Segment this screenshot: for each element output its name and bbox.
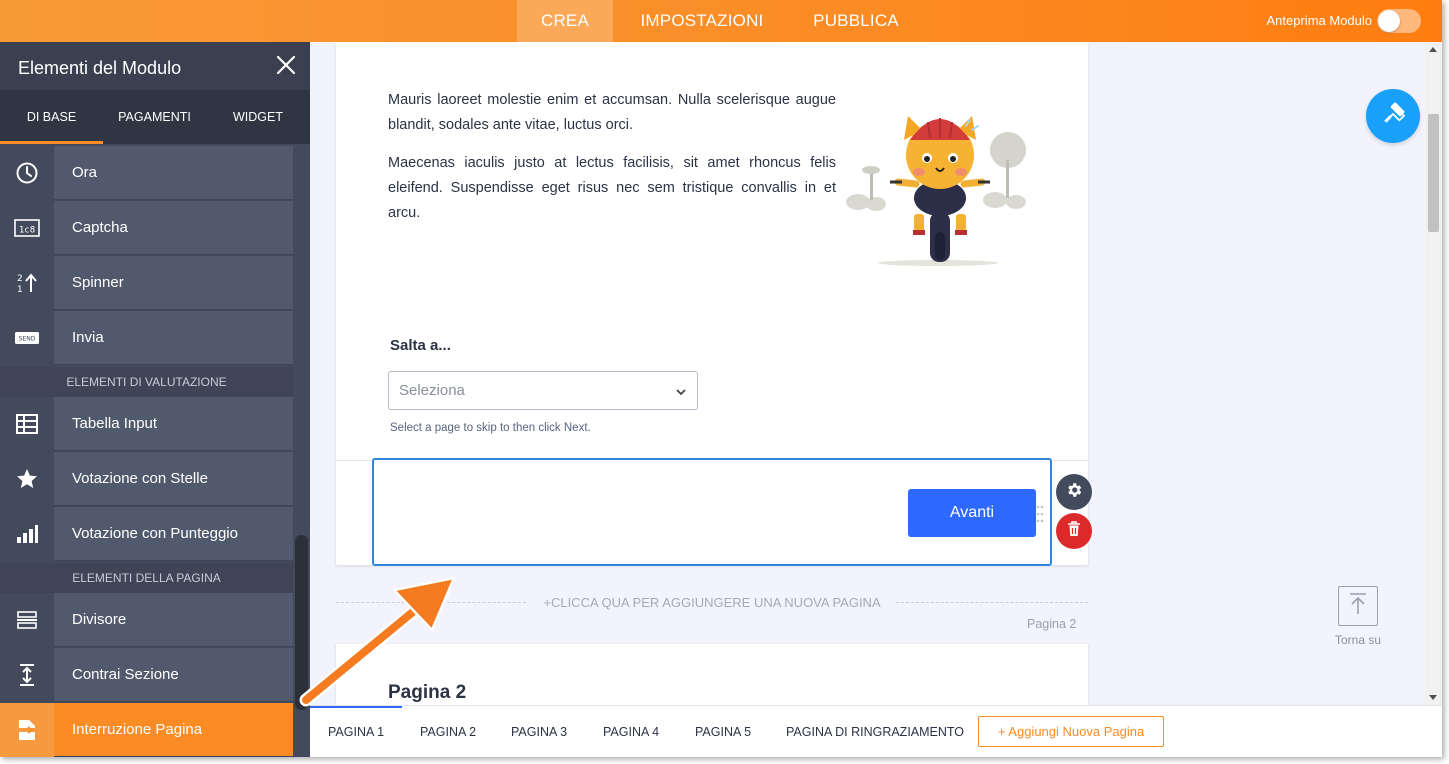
tab-di-base[interactable]: DI BASE xyxy=(0,90,103,144)
spinner-icon: 21 xyxy=(0,256,54,310)
page-tab-3[interactable]: PAGINA 3 xyxy=(511,706,567,757)
tab-pubblica[interactable]: PUBBLICA xyxy=(804,0,908,42)
preview-form-toggle[interactable] xyxy=(1377,9,1421,33)
sidebar-header: Elementi del Modulo xyxy=(0,42,310,90)
clock-icon xyxy=(0,146,54,200)
scrollbar-thumb[interactable] xyxy=(1428,114,1439,232)
sidebar-item-votazione-stelle[interactable]: Votazione con Stelle xyxy=(0,452,293,506)
captcha-icon: 1c8 xyxy=(0,201,54,255)
drag-handle-icon[interactable] xyxy=(1036,504,1044,524)
sidebar-item-label: Interruzione Pagina xyxy=(72,721,203,738)
skip-to-select[interactable]: Seleziona xyxy=(388,371,698,410)
paint-roller-icon xyxy=(1380,101,1406,132)
sidebar-item-label: Invia xyxy=(72,329,104,346)
sidebar-item-invia[interactable]: SEND Invia xyxy=(0,311,293,365)
sidebar-item-interruzione-pagina[interactable]: Interruzione Pagina xyxy=(0,703,293,757)
sidebar-element-list: Ora 1c8 Captcha 21 Spinner SEND Invia EL… xyxy=(0,144,293,757)
svg-text:1c8: 1c8 xyxy=(19,226,35,236)
send-icon: SEND xyxy=(0,311,54,365)
cat-cyclist-illustration xyxy=(840,100,1036,270)
preview-form-label: Anteprima Modulo xyxy=(1266,13,1373,28)
sidebar-item-votazione-punteggio[interactable]: Votazione con Punteggio xyxy=(0,507,293,561)
top-navigation-bar: CREA IMPOSTAZIONI PUBBLICA Anteprima Mod… xyxy=(0,0,1442,42)
sidebar-item-spinner[interactable]: 21 Spinner xyxy=(0,256,293,310)
page-tab-thank-you[interactable]: PAGINA DI RINGRAZIAMENTO xyxy=(786,706,964,757)
page-navigation-block[interactable]: Avanti xyxy=(372,458,1052,566)
add-new-page-button[interactable]: + Aggiungi Nuova Pagina xyxy=(978,716,1164,747)
skip-to-label: Salta a... xyxy=(390,337,451,354)
next-button[interactable]: Avanti xyxy=(908,489,1036,537)
back-to-top-label: Torna su xyxy=(1334,633,1382,647)
svg-text:2: 2 xyxy=(17,274,23,284)
sidebar-item-contrai-sezione[interactable]: Contrai Sezione xyxy=(0,648,293,702)
form-canvas: Mauris laoreet molestie enim et accumsan… xyxy=(310,42,1425,705)
page-tab-5[interactable]: PAGINA 5 xyxy=(695,706,751,757)
arrow-up-icon xyxy=(1347,592,1369,621)
table-icon xyxy=(0,397,54,451)
paragraph-text: Mauris laoreet molestie enim et accumsan… xyxy=(388,92,836,133)
chevron-down-icon xyxy=(675,385,687,397)
sidebar-tabs: DI BASE PAGAMENTI WIDGET xyxy=(0,90,310,144)
sidebar-item-label: Divisore xyxy=(72,611,127,628)
sidebar-item-tabella-input[interactable]: Tabella Input xyxy=(0,397,293,451)
scroll-up-arrow-icon[interactable] xyxy=(1429,47,1437,52)
close-icon[interactable] xyxy=(275,54,297,76)
form-builder-app: CREA IMPOSTAZIONI PUBBLICA Anteprima Mod… xyxy=(0,0,1442,757)
svg-text:1: 1 xyxy=(17,285,23,295)
page-tab-2[interactable]: PAGINA 2 xyxy=(420,706,476,757)
page-tab-4[interactable]: PAGINA 4 xyxy=(603,706,659,757)
form-designer-button[interactable] xyxy=(1366,89,1420,143)
star-icon xyxy=(0,452,54,506)
sidebar-item-label: Votazione con Stelle xyxy=(72,470,208,487)
svg-text:SEND: SEND xyxy=(19,336,36,343)
tab-pagamenti[interactable]: PAGAMENTI xyxy=(103,90,206,144)
section-header-page: ELEMENTI DELLA PAGINA xyxy=(0,563,293,593)
section-header-rating: ELEMENTI DI VALUTAZIONE xyxy=(0,367,293,397)
gear-icon xyxy=(1065,481,1083,504)
collapse-icon xyxy=(0,648,54,702)
tab-impostazioni[interactable]: IMPOSTAZIONI xyxy=(628,0,776,42)
annotation-arrow xyxy=(296,568,466,710)
sidebar-item-captcha[interactable]: 1c8 Captcha xyxy=(0,201,293,255)
select-value: Seleziona xyxy=(399,382,465,399)
page-number-tag: Pagina 2 xyxy=(1027,617,1077,631)
skip-to-help-text: Select a page to skip to then click Next… xyxy=(390,422,591,434)
divider-icon xyxy=(0,593,54,647)
sidebar-item-divisore[interactable]: Divisore xyxy=(0,593,293,647)
sidebar-item-label: Ora xyxy=(72,164,98,181)
toggle-knob xyxy=(1378,10,1400,32)
page-scrollbar[interactable] xyxy=(1425,42,1442,705)
trash-icon xyxy=(1067,520,1081,542)
form-elements-sidebar: Elementi del Modulo DI BASE PAGAMENTI WI… xyxy=(0,42,310,757)
delete-button[interactable] xyxy=(1056,513,1092,549)
sidebar-item-label: Captcha xyxy=(72,219,128,236)
page-break-icon xyxy=(0,703,54,757)
tab-crea[interactable]: CREA xyxy=(517,0,613,42)
sidebar-item-ora[interactable]: Ora xyxy=(0,146,293,200)
tab-widget[interactable]: WIDGET xyxy=(206,90,310,144)
scroll-down-arrow-icon[interactable] xyxy=(1429,695,1437,700)
sidebar-item-label: Votazione con Punteggio xyxy=(72,525,238,542)
sidebar-title: Elementi del Modulo xyxy=(18,58,182,78)
back-to-top-button[interactable] xyxy=(1338,586,1378,626)
paragraph-text: Maecenas iaculis justo at lectus facilis… xyxy=(388,155,836,221)
bar-chart-icon xyxy=(0,507,54,561)
page-tab-1[interactable]: PAGINA 1 xyxy=(328,706,384,757)
sidebar-item-label: Tabella Input xyxy=(72,415,158,432)
sidebar-item-label: Spinner xyxy=(72,274,124,291)
page-tabs-bar: PAGINA 1 PAGINA 2 PAGINA 3 PAGINA 4 PAGI… xyxy=(310,705,1442,757)
dashed-line xyxy=(896,602,1088,603)
sidebar-item-label: Contrai Sezione xyxy=(72,666,179,683)
settings-gear-button[interactable] xyxy=(1056,474,1092,510)
